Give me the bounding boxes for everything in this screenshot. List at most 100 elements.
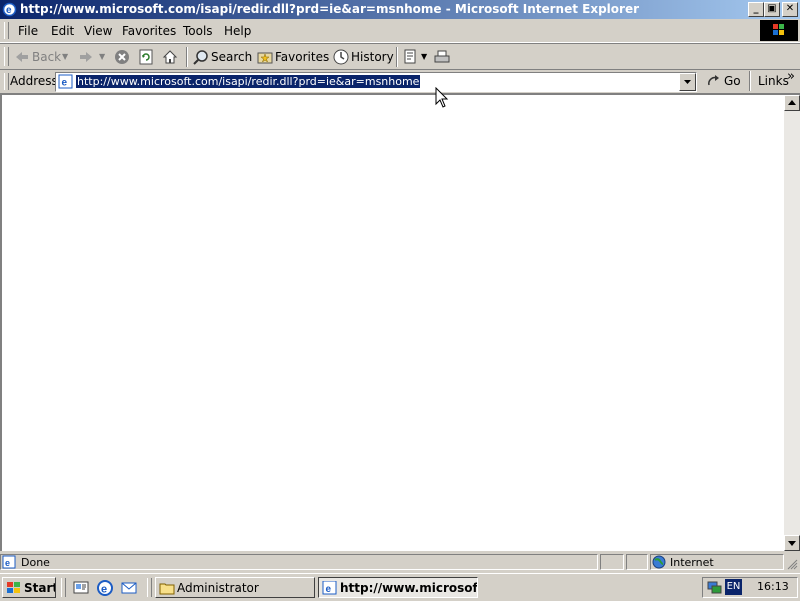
back-arrow-icon: [14, 49, 30, 65]
home-icon: [162, 49, 178, 65]
edit-icon: [403, 49, 419, 65]
menu-edit[interactable]: Edit: [51, 24, 74, 38]
svg-text:e: e: [326, 584, 332, 595]
windows-flag-icon: [5, 580, 23, 596]
status-bar: e Done Internet: [0, 552, 800, 573]
resize-grip-icon[interactable]: [786, 558, 798, 570]
home-button[interactable]: [162, 48, 180, 66]
favorites-button[interactable]: Favorites: [257, 48, 329, 66]
menu-help[interactable]: Help: [224, 24, 251, 38]
globe-icon: [652, 555, 666, 569]
toolbar-grip[interactable]: [4, 47, 9, 66]
svg-text:e: e: [6, 5, 12, 16]
status-panel-main: e Done: [0, 554, 598, 570]
scroll-down-button[interactable]: [784, 535, 800, 551]
windows-logo: [760, 20, 798, 41]
status-text: Done: [21, 556, 50, 569]
address-label: Address: [10, 74, 58, 88]
search-label: Search: [211, 50, 253, 64]
svg-text:e: e: [5, 558, 10, 568]
menu-tools[interactable]: Tools: [183, 24, 213, 38]
edit-button[interactable]: [403, 48, 421, 66]
ie-logo-icon[interactable]: e: [2, 2, 17, 17]
forward-dropdown-icon[interactable]: ▼: [99, 52, 105, 61]
history-icon: [333, 49, 349, 65]
menu-grip[interactable]: [4, 22, 9, 39]
quicklaunch-grip: [61, 578, 66, 597]
address-url-text[interactable]: http://www.microsoft.com/isapi/redir.dll…: [76, 75, 421, 88]
refresh-button[interactable]: [138, 48, 156, 66]
chevron-up-icon: [788, 100, 796, 105]
scroll-up-button[interactable]: [784, 95, 800, 111]
start-label: Start: [24, 580, 56, 595]
show-desktop-icon[interactable]: [72, 579, 90, 597]
zone-text: Internet: [670, 556, 714, 569]
close-button[interactable]: ✕: [782, 2, 798, 17]
address-separator: [749, 71, 751, 91]
task-button-administrator[interactable]: Administrator: [155, 577, 315, 598]
edit-dropdown-icon[interactable]: ▼: [421, 52, 427, 61]
menu-favorites[interactable]: Favorites: [122, 24, 176, 38]
go-label: Go: [724, 74, 741, 88]
back-dropdown-icon[interactable]: ▼: [62, 52, 68, 61]
standard-toolbar: Back ▼ ▼ Search Favorites History ▼: [0, 43, 800, 70]
task-button-internet-explorer[interactable]: e http://www.microsoft....: [318, 577, 478, 598]
ie-page-icon: e: [322, 580, 338, 595]
print-icon: [434, 49, 450, 65]
address-grip[interactable]: [4, 73, 9, 90]
print-button[interactable]: [434, 48, 452, 66]
menu-view[interactable]: View: [84, 24, 112, 38]
history-label: History: [351, 50, 394, 64]
history-button[interactable]: History: [333, 48, 394, 66]
search-button[interactable]: Search: [193, 48, 252, 66]
back-label: Back: [32, 50, 62, 64]
window-title: http://www.microsoft.com/isapi/redir.dll…: [20, 2, 640, 16]
task-label-internet-explorer: http://www.microsoft....: [340, 580, 478, 595]
toolbar-separator: [186, 47, 188, 67]
search-icon: [193, 49, 209, 65]
toolbar-separator: [396, 47, 398, 67]
favorites-label: Favorites: [275, 50, 330, 64]
tasks-grip: [147, 578, 152, 597]
restore-button[interactable]: ▣: [764, 2, 780, 17]
language-indicator[interactable]: EN: [725, 579, 742, 595]
mouse-cursor-icon: [435, 86, 449, 109]
chevron-down-icon: [684, 80, 691, 84]
favorites-icon: [257, 49, 273, 65]
stop-icon: [114, 49, 130, 65]
links-chevron-icon[interactable]: »: [787, 69, 795, 84]
status-panel-zone: Internet: [650, 554, 784, 570]
address-bar: Address e http://www.microsoft.com/isapi…: [0, 69, 800, 94]
forward-button[interactable]: [78, 48, 96, 66]
page-done-icon: e: [2, 555, 16, 569]
page-content-area[interactable]: [0, 93, 800, 551]
links-button[interactable]: Links: [758, 74, 789, 88]
status-panel-secure: [626, 554, 648, 570]
start-button[interactable]: Start: [2, 577, 56, 598]
forward-arrow-icon: [78, 49, 94, 65]
refresh-icon: [138, 49, 154, 65]
clock[interactable]: 16:13: [757, 580, 789, 593]
address-dropdown-button[interactable]: [679, 73, 696, 91]
page-icon: e: [58, 74, 73, 89]
menu-bar: File Edit View Favorites Tools Help: [0, 19, 800, 43]
go-arrow-icon: [706, 73, 722, 89]
address-input[interactable]: e http://www.microsoft.com/isapi/redir.d…: [55, 72, 697, 92]
system-tray: EN 16:13: [702, 577, 798, 598]
taskbar: Start e Administrator e http://www.micro…: [0, 573, 800, 601]
minimize-button[interactable]: _: [748, 2, 764, 17]
internet-explorer-icon[interactable]: e: [96, 579, 114, 597]
svg-text:e: e: [101, 584, 107, 596]
chevron-down-icon: [788, 541, 796, 546]
menu-file[interactable]: File: [18, 24, 38, 38]
title-bar[interactable]: e http://www.microsoft.com/isapi/redir.d…: [0, 0, 800, 19]
go-button[interactable]: Go: [706, 72, 741, 90]
vertical-scrollbar[interactable]: [784, 95, 800, 551]
status-panel-progress: [600, 554, 624, 570]
task-label-administrator: Administrator: [177, 580, 259, 595]
outlook-express-icon[interactable]: [120, 579, 138, 597]
network-tray-icon[interactable]: [707, 579, 723, 595]
back-button[interactable]: Back: [14, 48, 61, 66]
folder-icon: [159, 581, 175, 595]
stop-button[interactable]: [114, 48, 132, 66]
